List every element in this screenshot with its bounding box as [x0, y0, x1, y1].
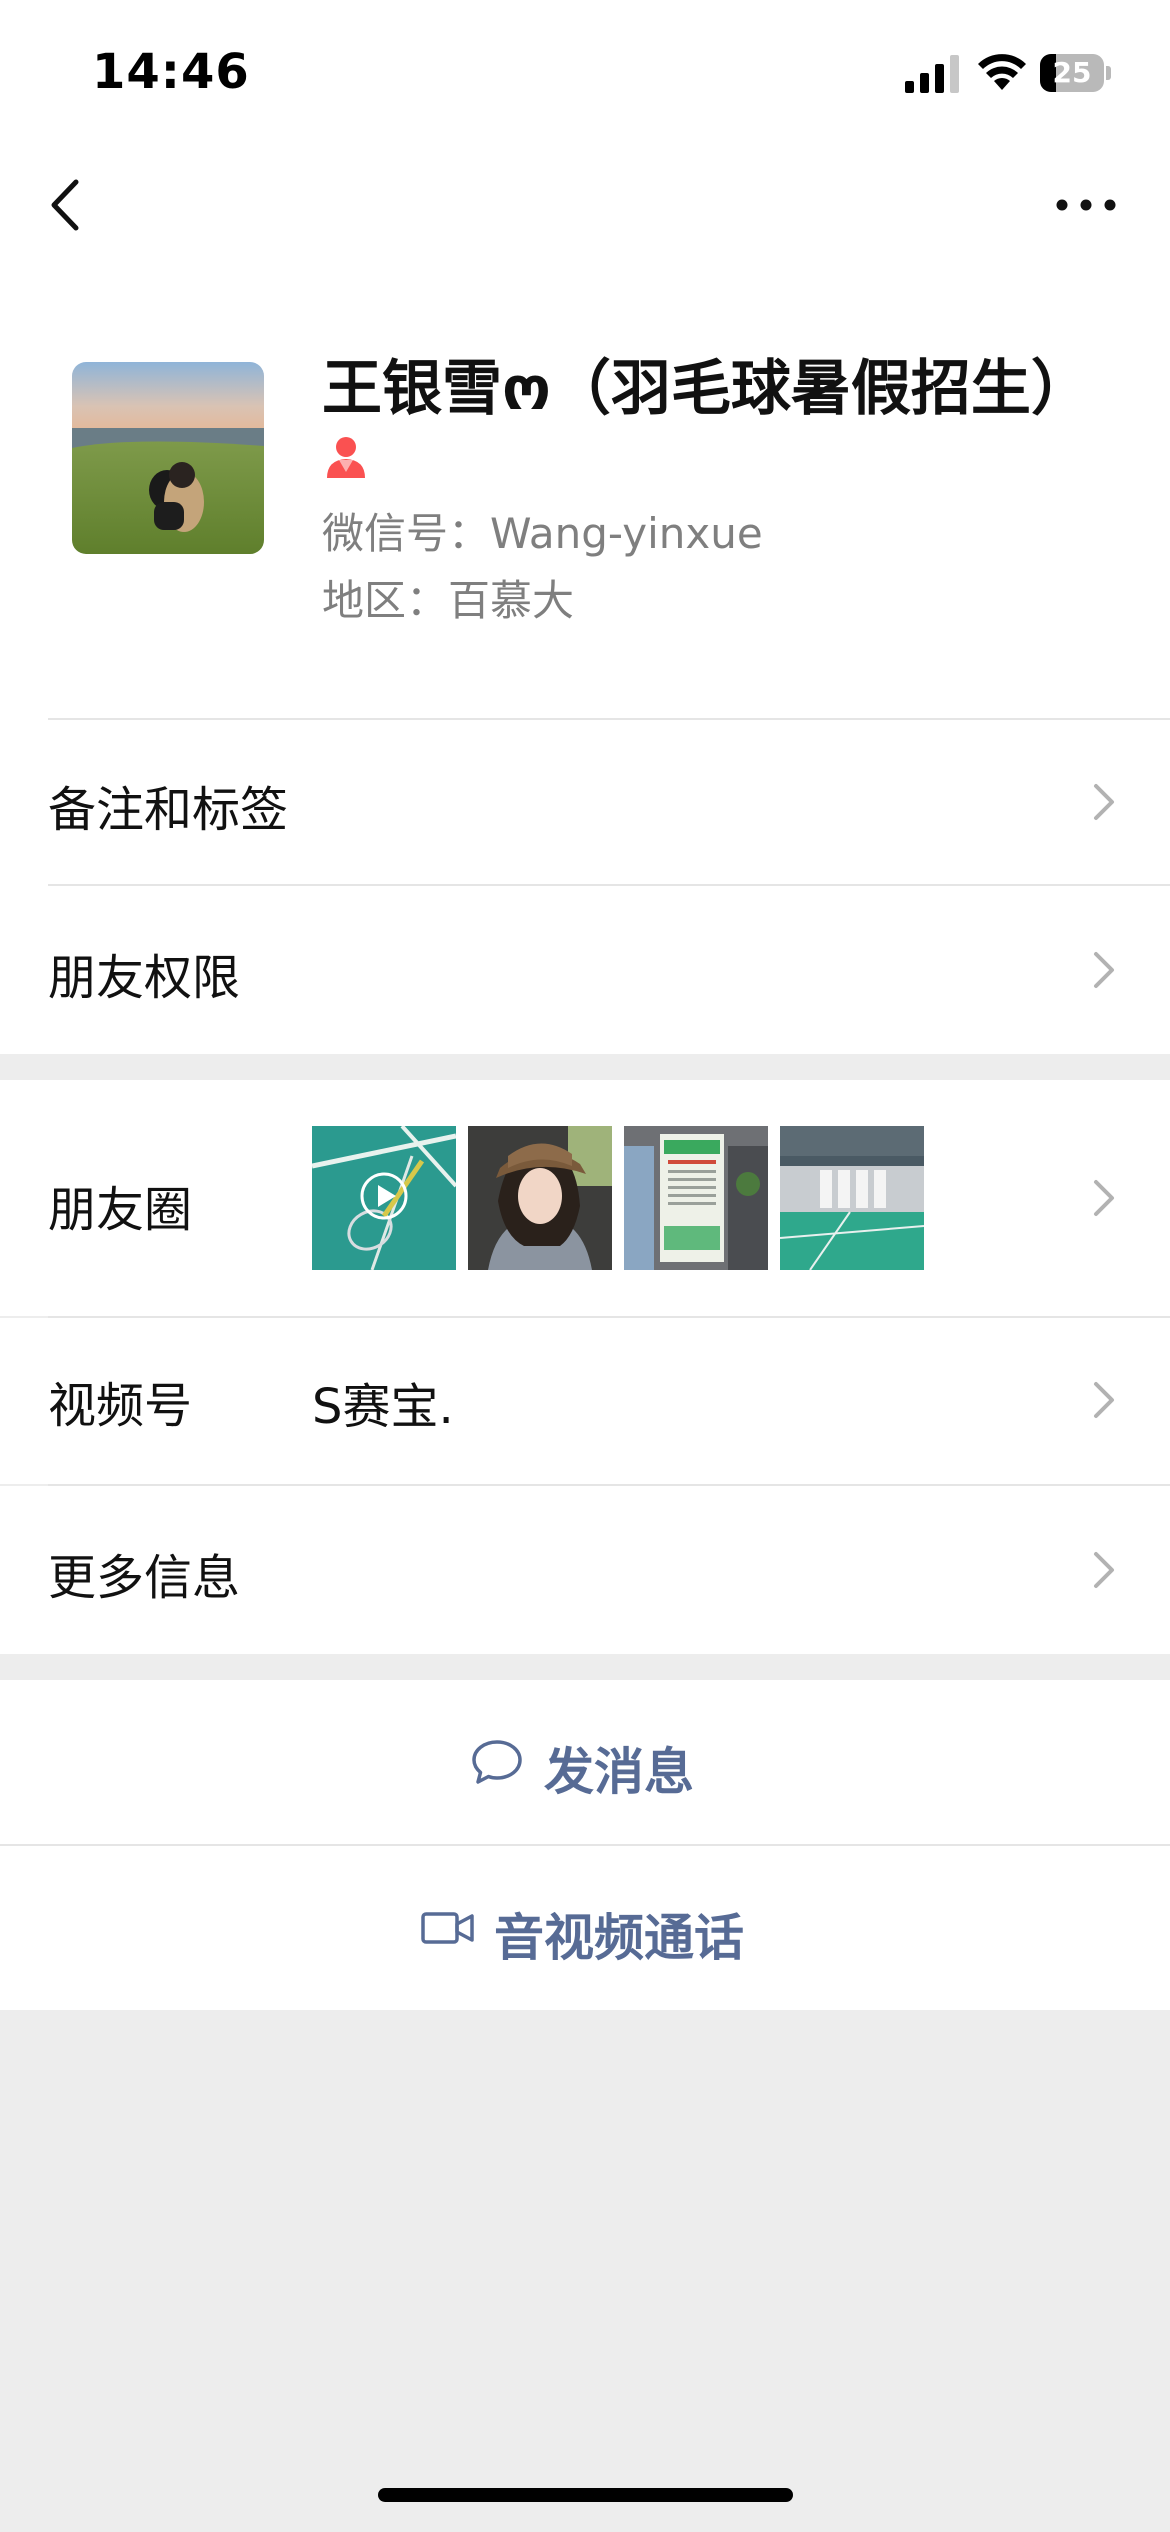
row-friend-permissions[interactable]: 朋友权限 [0, 886, 1170, 1054]
video-call-button[interactable]: 音视频通话 [0, 1846, 1170, 2010]
home-indicator [378, 2488, 793, 2502]
channels-value: S赛宝. [312, 1379, 454, 1435]
row-label: 朋友圈 [48, 1182, 193, 1238]
section-gap [0, 1654, 1170, 1680]
chevron-right-icon [1094, 952, 1114, 988]
row-label: 更多信息 [48, 1550, 241, 1606]
avatar[interactable] [72, 362, 264, 554]
thumbnail-sports-hall[interactable] [780, 1126, 924, 1270]
profile-name: 王银雪ო（羽毛球暑假招生） [322, 354, 1091, 424]
row-remark-tags[interactable]: 备注和标签 [0, 720, 1170, 884]
chevron-left-icon[interactable] [40, 170, 100, 240]
signal-icon [905, 55, 959, 93]
chevron-right-icon [1094, 1180, 1114, 1216]
region: 地区：百慕大 [322, 576, 575, 625]
more-dots-icon[interactable] [1050, 180, 1122, 230]
row-label: 朋友权限 [48, 950, 241, 1006]
chevron-right-icon [1094, 1382, 1114, 1418]
female-icon [327, 437, 365, 478]
chevron-right-icon [1094, 784, 1114, 820]
battery-icon: 25 [1040, 54, 1111, 92]
status-bar: 14:46 25 [0, 0, 1170, 140]
wechat-id: 微信号：Wang-yinxue [322, 509, 763, 558]
video-call-label: 音视频通话 [494, 1909, 744, 1967]
row-channels[interactable]: 视频号 [0, 1318, 1170, 1484]
chevron-right-icon [1094, 1552, 1114, 1588]
status-time: 14:46 [92, 44, 250, 100]
wifi-icon [978, 54, 1026, 90]
row-label: 视频号 [48, 1378, 193, 1434]
send-message-label: 发消息 [544, 1743, 694, 1801]
row-more-info[interactable]: 更多信息 [0, 1486, 1170, 1654]
chat-bubble-icon [472, 1740, 522, 1784]
battery-level: 25 [1052, 56, 1092, 89]
thumbnail-selfie-in-car[interactable] [468, 1126, 612, 1270]
video-camera-icon [421, 1912, 474, 1944]
thumbnail-poster-board[interactable] [624, 1126, 768, 1270]
section-gap [0, 1054, 1170, 1080]
send-message-button[interactable]: 发消息 [0, 1680, 1170, 1844]
thumbnail-badminton-court-video[interactable] [312, 1126, 456, 1270]
row-label: 备注和标签 [48, 782, 289, 838]
